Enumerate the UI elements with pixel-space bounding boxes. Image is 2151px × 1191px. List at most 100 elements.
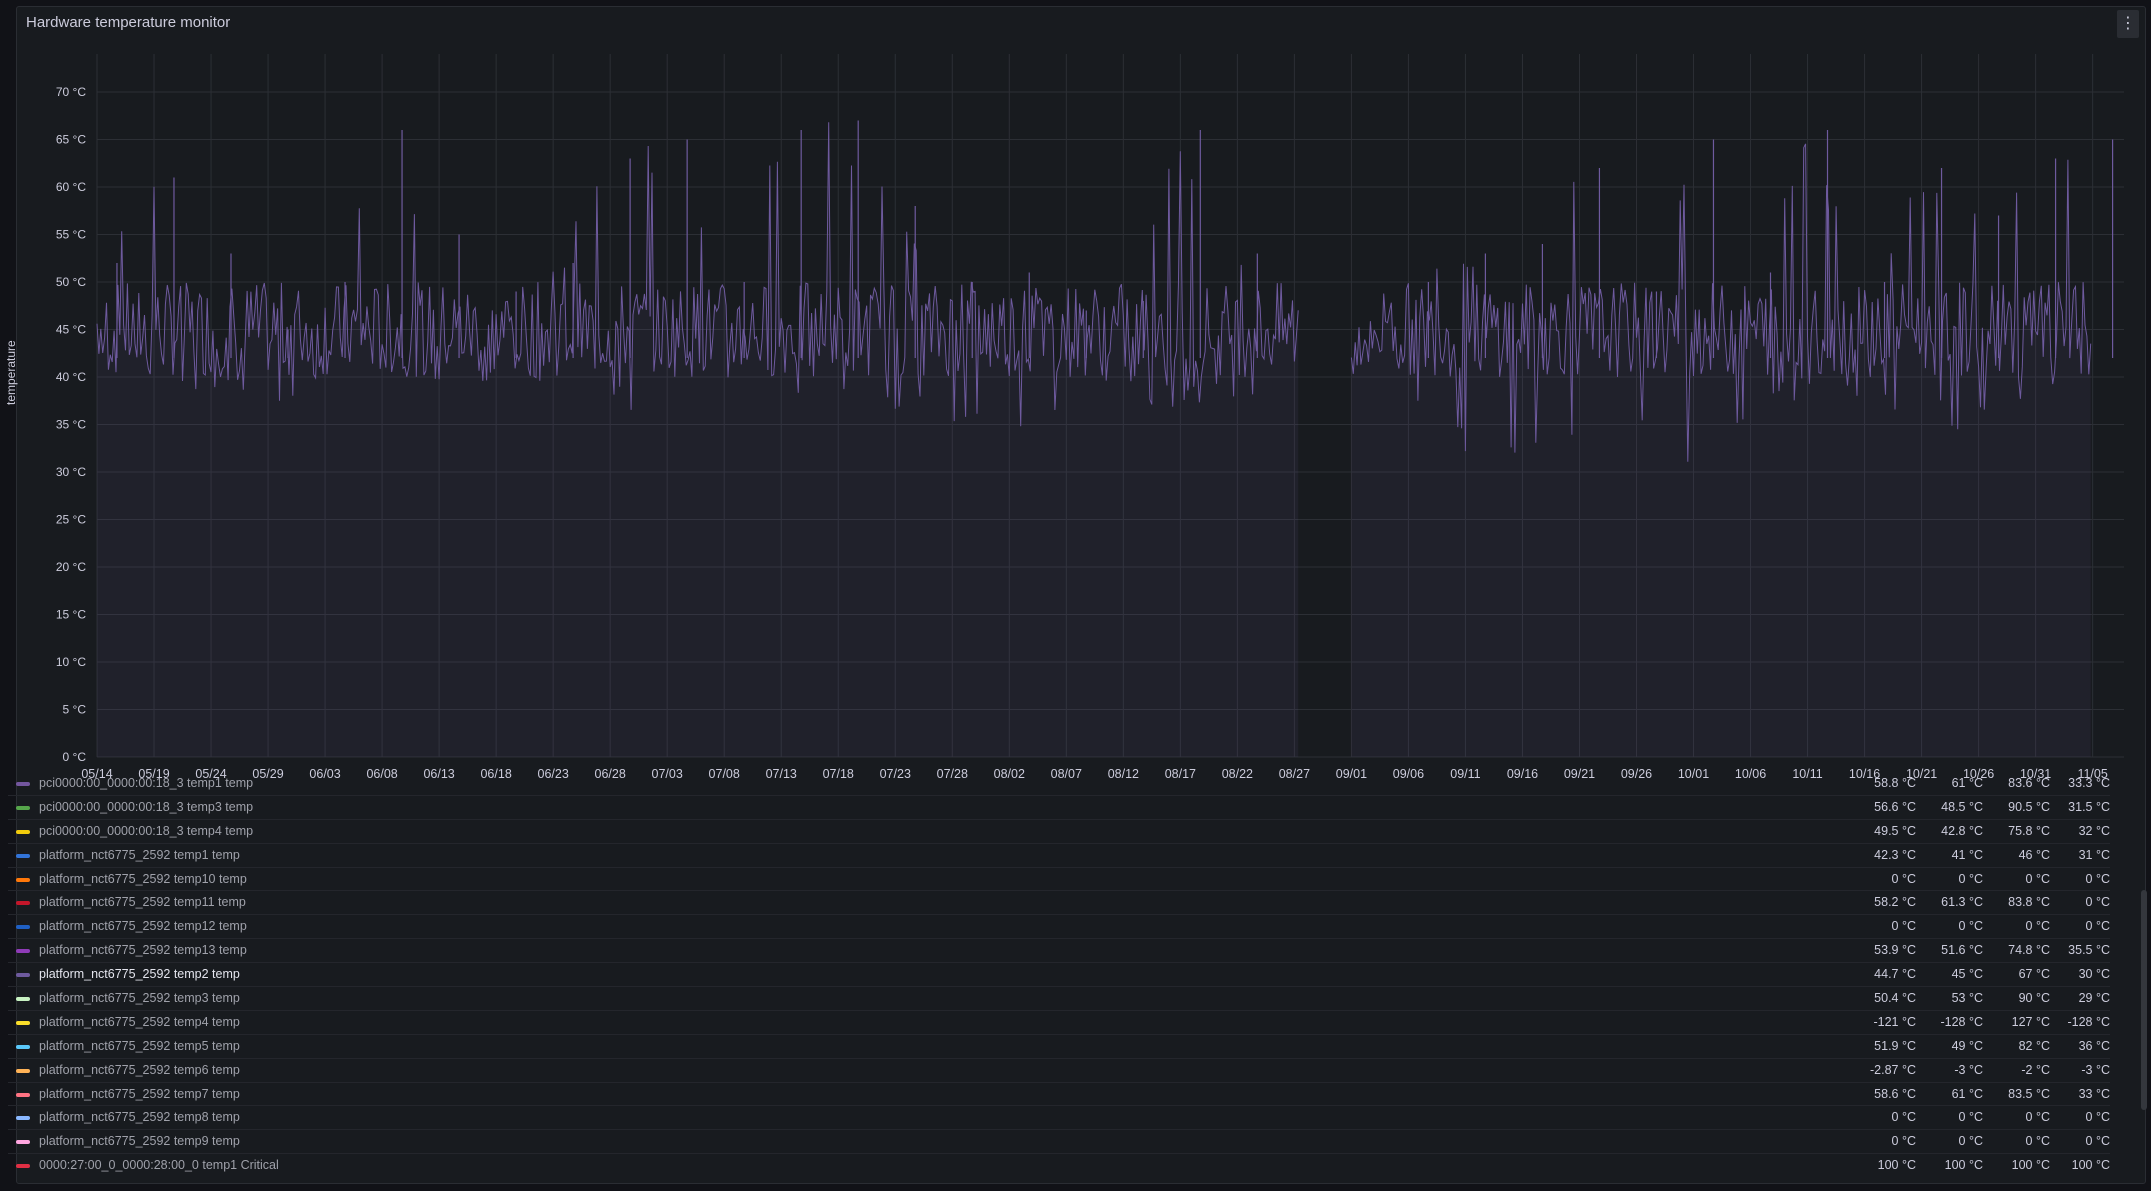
series-color-swatch xyxy=(16,973,30,978)
legend-value: 0 °C xyxy=(1891,1110,1916,1125)
legend-value: 42.3 °C xyxy=(1874,847,1916,862)
series-area xyxy=(1351,143,2091,757)
legend-value: 61.3 °C xyxy=(1941,895,1983,910)
series-color-swatch xyxy=(16,853,30,858)
legend-row[interactable]: platform_nct6775_2592 temp7 temp 58.6 °C 6… xyxy=(8,1083,2110,1107)
legend-series-name[interactable]: pci0000:00_0000:00:18_3 temp1 temp xyxy=(39,776,253,790)
series-color-swatch xyxy=(16,1020,30,1025)
legend-value: 53 °C xyxy=(1951,991,1983,1006)
legend-series-name[interactable]: platform_nct6775_2592 temp2 temp xyxy=(39,967,240,981)
y-tick-label: 40 °C xyxy=(56,370,86,384)
legend-value: 42.8 °C xyxy=(1941,823,1983,838)
legend-row[interactable]: platform_nct6775_2592 temp1 temp 42.3 °C 4… xyxy=(8,844,2110,868)
series-color-swatch xyxy=(16,949,30,954)
legend-value: 0 °C xyxy=(2085,871,2110,886)
series-color-swatch xyxy=(16,1092,30,1097)
legend-value: 0 °C xyxy=(2085,1110,2110,1125)
series-color-swatch xyxy=(16,901,30,906)
legend-series-name[interactable]: pci0000:00_0000:00:18_3 temp4 temp xyxy=(39,824,253,838)
legend-row[interactable]: platform_nct6775_2592 temp6 temp -2.87 °C… xyxy=(8,1059,2110,1083)
legend-row[interactable]: pci0000:00_0000:00:18_3 temp4 temp 49.5 °… xyxy=(8,820,2110,844)
legend-series-name[interactable]: platform_nct6775_2592 temp4 temp xyxy=(39,1015,240,1029)
legend-value: 48.5 °C xyxy=(1941,799,1983,814)
legend-value: 58.2 °C xyxy=(1874,895,1916,910)
legend-value: -128 °C xyxy=(2067,1014,2110,1029)
time-series-chart[interactable]: 0 °C 5 °C 10 °C 15 °C 20 °C 25 °C 30 °C 35 °C 40… xyxy=(0,0,2151,780)
legend-row[interactable]: platform_nct6775_2592 temp10 temp 0 °C 0 °… xyxy=(8,868,2110,892)
legend-series-name[interactable]: platform_nct6775_2592 temp6 temp xyxy=(39,1063,240,1077)
legend-value: 31 °C xyxy=(2078,847,2110,862)
legend-row[interactable]: 0000:27:00_0_0000:28:00_0 temp1 Critical… xyxy=(8,1154,2110,1172)
legend-value: 0 °C xyxy=(2085,919,2110,934)
legend-value: 49 °C xyxy=(1951,1038,1983,1053)
legend-value: 0 °C xyxy=(2085,895,2110,910)
legend-series-name[interactable]: platform_nct6775_2592 temp9 temp xyxy=(39,1134,240,1148)
legend-value: 44.7 °C xyxy=(1874,967,1916,982)
legend-series-name[interactable]: platform_nct6775_2592 temp7 temp xyxy=(39,1087,240,1101)
legend-row[interactable]: platform_nct6775_2592 temp9 temp 0 °C 0 °C… xyxy=(8,1130,2110,1155)
legend-series-name[interactable]: platform_nct6775_2592 temp12 temp xyxy=(39,919,247,933)
y-tick-label: 65 °C xyxy=(56,133,86,147)
legend-value: 0 °C xyxy=(1891,871,1916,886)
legend-series-name[interactable]: platform_nct6775_2592 temp3 temp xyxy=(39,991,240,1005)
series-color-swatch xyxy=(16,782,30,786)
legend-row[interactable]: platform_nct6775_2592 temp4 temp -121 °C -… xyxy=(8,1011,2110,1035)
legend-value: 100 °C xyxy=(2071,1158,2110,1172)
legend-row[interactable]: pci0000:00_0000:00:18_3 temp1 temp 58.8 °… xyxy=(8,772,2110,796)
series-color-swatch xyxy=(16,997,30,1002)
legend-row[interactable]: platform_nct6775_2592 temp5 temp 51.9 °C 4… xyxy=(8,1035,2110,1059)
legend-value: 58.6 °C xyxy=(1874,1086,1916,1101)
legend-value: 58.8 °C xyxy=(1874,776,1916,790)
legend-series-name[interactable]: 0000:27:00_0_0000:28:00_0 temp1 Critical xyxy=(39,1158,279,1172)
legend-value: 61 °C xyxy=(1951,1086,1983,1101)
legend-value: 33.3 °C xyxy=(2068,776,2110,790)
y-tick-label: 5 °C xyxy=(63,703,87,717)
y-tick-label: 70 °C xyxy=(56,85,86,99)
y-tick-label: 45 °C xyxy=(56,323,86,337)
legend-table: pci0000:00_0000:00:18_3 temp1 temp 58.8 °… xyxy=(8,772,2110,1172)
legend-value: 35.5 °C xyxy=(2068,943,2110,958)
legend-scrollbar[interactable] xyxy=(2141,890,2147,1110)
legend-value: 41 °C xyxy=(1951,847,1983,862)
y-tick-label: 10 °C xyxy=(56,655,86,669)
y-tick-label: 60 °C xyxy=(56,180,86,194)
legend-value: 45 °C xyxy=(1951,967,1983,982)
legend-value: 0 °C xyxy=(1958,919,1983,934)
legend-row[interactable]: platform_nct6775_2592 temp11 temp 58.2 °C… xyxy=(8,891,2110,916)
legend-value: -3 °C xyxy=(1954,1062,1983,1077)
legend-row[interactable]: platform_nct6775_2592 temp2 temp 44.7 °C 4… xyxy=(8,963,2110,988)
legend-value: -128 °C xyxy=(1940,1014,1983,1029)
legend-value: 100 °C xyxy=(1944,1158,1983,1172)
legend-series-name[interactable]: platform_nct6775_2592 temp8 temp xyxy=(39,1110,240,1124)
legend-row[interactable]: platform_nct6775_2592 temp3 temp 50.4 °C 5… xyxy=(8,987,2110,1011)
legend-row[interactable]: pci0000:00_0000:00:18_3 temp3 temp 56.6 °… xyxy=(8,796,2110,820)
legend-value: 0 °C xyxy=(2085,1134,2110,1149)
legend-series-name[interactable]: pci0000:00_0000:00:18_3 temp3 temp xyxy=(39,800,253,814)
series-color-swatch xyxy=(16,925,30,930)
legend-series-name[interactable]: platform_nct6775_2592 temp5 temp xyxy=(39,1039,240,1053)
legend-value: 0 °C xyxy=(1958,1110,1983,1125)
legend-series-name[interactable]: platform_nct6775_2592 temp11 temp xyxy=(39,895,246,909)
legend-series-name[interactable]: platform_nct6775_2592 temp10 temp xyxy=(39,872,247,886)
y-tick-label: 0 °C xyxy=(63,750,87,764)
y-axis-label: temperature xyxy=(4,340,18,405)
series-color-swatch xyxy=(16,1164,30,1169)
y-tick-label: 55 °C xyxy=(56,228,86,242)
y-tick-label: 30 °C xyxy=(56,465,86,479)
y-tick-label: 35 °C xyxy=(56,418,86,432)
legend-value: 33 °C xyxy=(2078,1086,2110,1101)
legend-value: 0 °C xyxy=(1958,1134,1983,1149)
legend-row[interactable]: platform_nct6775_2592 temp13 temp 53.9 °C… xyxy=(8,939,2110,964)
legend-row[interactable]: platform_nct6775_2592 temp8 temp 0 °C 0 °C… xyxy=(8,1106,2110,1131)
series-area xyxy=(97,122,1299,758)
series-color-swatch xyxy=(16,1044,30,1049)
legend-value: 51.9 °C xyxy=(1874,1038,1916,1053)
legend-value: 30 °C xyxy=(2078,967,2110,982)
legend-value: 31.5 °C xyxy=(2068,799,2110,814)
y-tick-label: 50 °C xyxy=(56,275,86,289)
legend-series-name[interactable]: platform_nct6775_2592 temp13 temp xyxy=(39,943,247,957)
legend-row[interactable]: platform_nct6775_2592 temp12 temp 0 °C 0 °… xyxy=(8,915,2110,940)
legend-series-name[interactable]: platform_nct6775_2592 temp1 temp xyxy=(39,848,240,862)
series-color-swatch xyxy=(16,805,30,810)
series-color-swatch xyxy=(16,1116,30,1121)
